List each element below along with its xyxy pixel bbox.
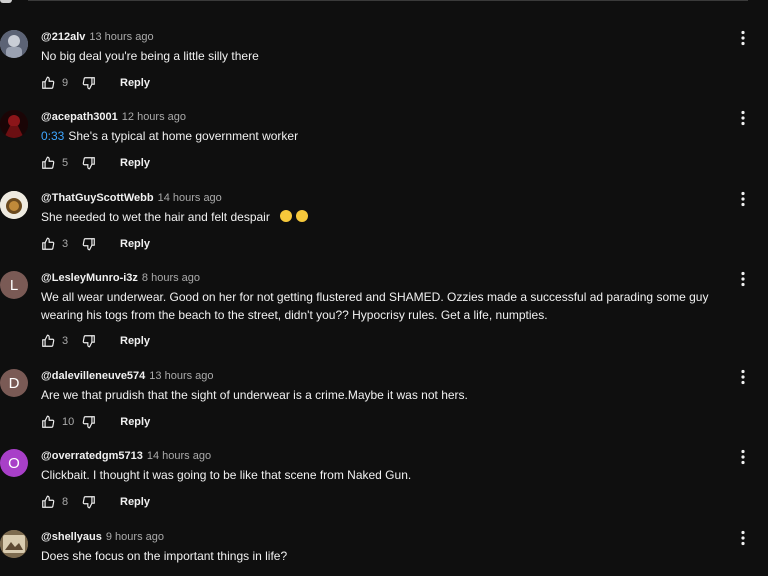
comment-author[interactable]: @acepath3001 — [41, 111, 118, 123]
thumb-up-icon[interactable] — [41, 495, 55, 509]
comment-text: Does she focus on the important things i… — [41, 549, 288, 563]
avatar-letter: L — [9, 276, 19, 294]
comment-text: Clickbait. I thought it was going to be … — [41, 468, 412, 482]
timestamp-link[interactable]: 0:33 — [41, 129, 64, 143]
reply-button[interactable]: Reply — [120, 416, 150, 428]
comment-actions: 10 Reply — [41, 413, 150, 431]
comment-actions: 3 Reply — [41, 332, 150, 350]
avatar[interactable] — [0, 110, 28, 138]
thumb-up-icon[interactable] — [41, 76, 55, 90]
reply-button[interactable]: Reply — [120, 157, 150, 169]
comment-author[interactable]: @212alv — [41, 31, 85, 43]
comment-author[interactable]: @ThatGuyScottWebb — [41, 192, 154, 204]
avatar[interactable] — [0, 30, 28, 58]
thumb-up-icon[interactable] — [41, 156, 55, 170]
thumb-down-icon[interactable] — [82, 76, 96, 90]
avatar[interactable]: O — [0, 449, 28, 477]
like-count: 3 — [62, 335, 69, 347]
reply-button[interactable]: Reply — [120, 77, 150, 89]
comment-text: She needed to wet the hair and felt desp… — [41, 208, 751, 226]
more-vert-icon[interactable] — [740, 530, 746, 546]
grinning-face-emoji — [295, 210, 308, 222]
more-vert-icon[interactable] — [740, 449, 746, 465]
thumb-up-icon[interactable] — [41, 415, 55, 429]
more-vert-icon[interactable] — [740, 369, 746, 385]
grinning-face-emoji — [279, 210, 292, 222]
comment-actions: 3 Reply — [41, 235, 150, 253]
avatar[interactable] — [0, 191, 28, 219]
avatar[interactable]: D — [0, 369, 28, 397]
comment-text: We all wear underwear. Good on her for n… — [41, 290, 709, 322]
avatar-letter: O — [8, 454, 20, 472]
thumb-up-icon[interactable] — [41, 237, 55, 251]
more-vert-icon[interactable] — [740, 271, 746, 287]
comment-time[interactable]: 13 hours ago — [89, 31, 153, 43]
comment-actions: 8 Reply — [41, 493, 150, 511]
comment-time[interactable]: 14 hours ago — [147, 450, 211, 462]
reply-button[interactable]: Reply — [120, 496, 150, 508]
like-count: 3 — [62, 238, 69, 250]
comment-author[interactable]: @LesleyMunro-i3z — [41, 272, 138, 284]
comment-time[interactable]: 13 hours ago — [149, 370, 213, 382]
like-count: 8 — [62, 496, 69, 508]
comment-time[interactable]: 14 hours ago — [158, 192, 222, 204]
thumb-down-icon[interactable] — [82, 237, 96, 251]
thumb-down-icon[interactable] — [82, 156, 96, 170]
thumb-down-icon[interactable] — [82, 415, 96, 429]
comment-list: @212alv 13 hours ago No big deal you're b… — [0, 0, 768, 576]
comment-time[interactable]: 12 hours ago — [122, 111, 186, 123]
comment-text: Are we that prudish that the sight of un… — [41, 388, 468, 402]
like-count: 10 — [62, 416, 75, 428]
more-vert-icon[interactable] — [740, 191, 746, 207]
like-count: 9 — [62, 77, 69, 89]
comment-author[interactable]: @overratedgm5713 — [41, 450, 143, 462]
avatar[interactable]: L — [0, 271, 28, 299]
comment-actions: 9 Reply — [41, 74, 150, 92]
comment-text: 0:33 She's a typical at home government w… — [41, 129, 299, 143]
thumb-up-icon[interactable] — [41, 334, 55, 348]
thumb-down-icon[interactable] — [82, 334, 96, 348]
comment-time[interactable]: 8 hours ago — [142, 272, 200, 284]
more-vert-icon[interactable] — [740, 30, 746, 46]
comment-author[interactable]: @shellyaus — [41, 531, 102, 543]
thumb-down-icon[interactable] — [82, 495, 96, 509]
more-vert-icon[interactable] — [740, 110, 746, 126]
comment-author[interactable]: @dalevilleneuve574 — [41, 370, 145, 382]
avatar-letter: D — [8, 374, 20, 392]
comment-time[interactable]: 9 hours ago — [106, 531, 164, 543]
reply-button[interactable]: Reply — [120, 335, 150, 347]
like-count: 5 — [62, 157, 69, 169]
comment-actions: 5 Reply — [41, 154, 150, 172]
comment-text: No big deal you're being a little silly … — [41, 49, 259, 63]
reply-button[interactable]: Reply — [120, 238, 150, 250]
avatar[interactable] — [0, 530, 28, 558]
